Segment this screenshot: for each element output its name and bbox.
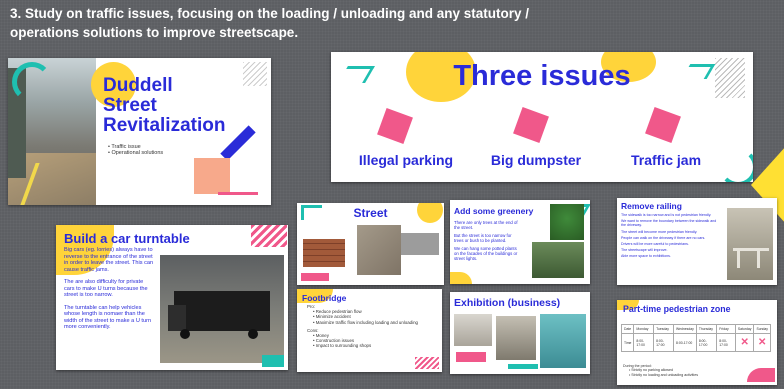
table-cell: Tuesday xyxy=(653,324,674,334)
schedule-table: Date Monday Tuesday Wednesday Thursday F… xyxy=(620,324,771,352)
teal-arc-shape xyxy=(12,62,52,102)
cons-list: Money Construction issues Impact to surr… xyxy=(307,333,432,349)
hanging-plants-photo xyxy=(550,204,584,240)
railing-para: The street will become more pedestrian f… xyxy=(621,229,698,234)
railing-para: Able more space to exhibitions. xyxy=(621,254,671,259)
cross-icon: ✕ xyxy=(753,333,771,352)
greenery-para: We can hang some potted plants on the fa… xyxy=(454,246,518,261)
pink-diamond-shape xyxy=(645,107,681,143)
schedule-header-row: Date Monday Tuesday Wednesday Thursday F… xyxy=(620,324,771,334)
page-heading: 3. Study on traffic issues, focusing on … xyxy=(10,4,610,42)
slide-three-issues[interactable]: Three issues Illegal parking Big dumpste… xyxy=(331,52,753,182)
railing-para: The streetscape will improve. xyxy=(621,248,668,253)
greenery-para: But the street is too narrow for trees o… xyxy=(454,233,512,243)
heading-line-2: operations solutions to improve streetsc… xyxy=(10,25,299,40)
parttime-title: Part-time pedestrian zone xyxy=(623,304,731,314)
note-item: Strictly no loading and unloading activi… xyxy=(629,373,698,377)
railing-text: The sidewalk is too narrow and is not pe… xyxy=(621,213,721,259)
table-cell: 8:00-17:00 xyxy=(653,333,674,352)
title-line: Revitalization xyxy=(103,115,226,136)
pink-stripes-shape xyxy=(415,357,439,369)
greenery-title: Add some greenery xyxy=(454,206,534,216)
table-cell: Sunday xyxy=(753,324,771,334)
pink-blue-shape xyxy=(456,352,486,362)
slide-turntable[interactable]: Build a car turntable Big cars (eg. lorr… xyxy=(56,225,288,370)
schedule-time-row: Time 8:00-17:00 8:00-17:00 8:00-17:00 8:… xyxy=(620,333,771,352)
exhibition-photo-3 xyxy=(540,314,586,368)
railing-title: Remove railing xyxy=(621,201,682,211)
table-cell: Monday xyxy=(633,324,655,334)
cons-item: Impact to surrounding shops xyxy=(313,343,432,348)
turntable-para: Big cars (eg. lorries) always have to re… xyxy=(64,247,154,273)
slide-street[interactable]: Street xyxy=(297,203,444,285)
railing-para: The sidewalk is too narrow and is not pe… xyxy=(621,213,712,217)
table-cell: Date xyxy=(620,324,635,334)
grey-wall-photo xyxy=(401,233,439,255)
yellow-corner-shape xyxy=(450,272,472,284)
table-cell: 8:00-17:00 xyxy=(695,333,718,352)
railing-para: Drivers will be more careful to pedestri… xyxy=(621,242,689,247)
table-cell: Wednesday xyxy=(673,324,697,334)
slide-footbridge[interactable]: Footbridge Pro: Reduce pedestrian flow M… xyxy=(297,289,442,372)
lorry-photo xyxy=(160,255,284,363)
parttime-notes: During the period: Strictly no parking a… xyxy=(623,364,698,377)
table-cell: Friday xyxy=(716,324,736,334)
teal-square-shape xyxy=(262,355,284,367)
duddell-title: Duddell Street Revitalization xyxy=(103,76,225,136)
pink-zigzag-shape xyxy=(218,186,258,195)
pink-wedge-shape xyxy=(301,273,329,281)
turntable-title: Build a car turntable xyxy=(64,231,190,246)
screenshot-root: { "heading": { "line1": "3. Study on tra… xyxy=(0,0,784,389)
cross-icon: ✕ xyxy=(734,333,755,352)
exhibition-photo-1 xyxy=(454,314,492,346)
issue-traffic-jam: Traffic jam xyxy=(630,152,702,168)
footbridge-title: Footbridge xyxy=(302,293,347,303)
table-cell: Saturday xyxy=(734,324,755,334)
table-cell: 8:00-17:00 xyxy=(673,333,697,352)
slide-parttime-zone[interactable]: Part-time pedestrian zone Date Monday Tu… xyxy=(617,300,777,385)
issue-illegal-parking: Illegal parking xyxy=(358,152,454,168)
railing-photo xyxy=(727,208,773,280)
pink-corner-shape xyxy=(251,225,287,247)
footbridge-text: Pro: Reduce pedestrian flow Minimize acc… xyxy=(307,304,432,349)
heading-line-1: 3. Study on traffic issues, focusing on … xyxy=(10,6,530,21)
blue-bar-shape xyxy=(220,125,256,161)
table-cell: Thursday xyxy=(695,324,718,334)
issue-big-dumpster: Big dumpster xyxy=(490,152,582,168)
three-issues-title: Three issues xyxy=(453,60,631,92)
railing-para: People can walk on the driveway if there… xyxy=(621,235,706,240)
table-cell: Time xyxy=(620,333,635,352)
turntable-text: Big cars (eg. lorries) always have to re… xyxy=(64,247,154,331)
pink-diamond-shape xyxy=(377,108,413,144)
teal-corner-shape xyxy=(719,148,753,182)
table-cell: 8:00-17:00 xyxy=(633,333,655,352)
pink-diamond-shape xyxy=(513,107,549,143)
table-cell: 8:00-17:00 xyxy=(716,333,736,352)
greenery-text: There are only trees at the end of the s… xyxy=(454,220,519,261)
title-line: Duddell xyxy=(103,75,173,96)
brick-wall-photo xyxy=(303,239,345,267)
slide-greenery[interactable]: Add some greenery There are only trees a… xyxy=(450,200,590,284)
paving-photo xyxy=(357,225,401,275)
greenery-para: There are only trees at the end of the s… xyxy=(454,220,518,230)
slide-railing[interactable]: Remove railing The sidewalk is too narro… xyxy=(617,198,777,285)
exhibition-photo-2 xyxy=(496,316,536,360)
title-line: Street xyxy=(103,95,157,116)
note-list: Strictly no parking allowed Strictly no … xyxy=(623,368,698,377)
street-title: Street xyxy=(353,206,388,220)
railing-para: We want to remove the boundary between t… xyxy=(621,219,717,228)
teal-bar-shape xyxy=(508,364,538,369)
stripes-shape xyxy=(243,62,267,86)
bullet-item: Operational solutions xyxy=(108,150,163,156)
turntable-para: The turntable can help vehicles whose le… xyxy=(64,304,152,331)
pro-list: Reduce pedestrian flow Minimize accident… xyxy=(307,309,432,325)
pro-item: Maximize traffic flow including loading … xyxy=(313,320,432,325)
slide-duddell[interactable]: Duddell Street Revitalization Traffic is… xyxy=(8,58,271,205)
street-greenery-photo xyxy=(532,242,584,278)
turntable-para: The are also difficulty for private cars… xyxy=(64,279,148,298)
duddell-bullets: Traffic issue Operational solutions xyxy=(108,144,163,156)
exhibition-title: Exhibition (business) xyxy=(454,297,561,309)
slide-exhibition[interactable]: Exhibition (business) xyxy=(450,292,590,374)
pink-corner-shape xyxy=(747,368,775,382)
